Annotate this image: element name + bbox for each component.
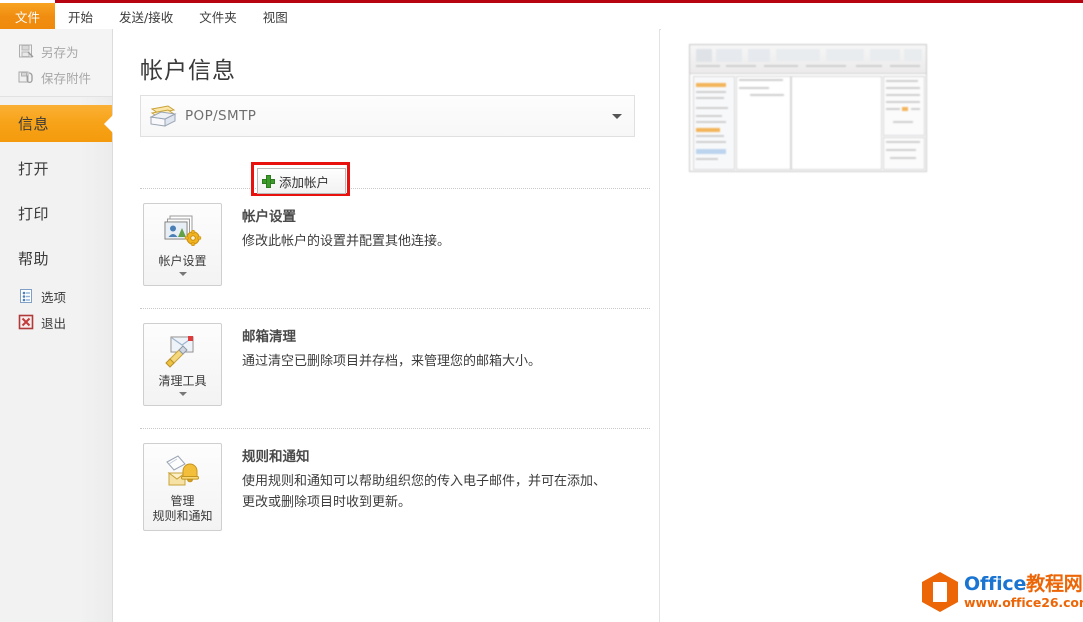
section-text: 规则和通知 使用规则和通知可以帮助组织您的传入电子邮件，并可在添加、更改或删除项… bbox=[242, 443, 612, 531]
sidebar-item-save-attachments[interactable]: 保存附件 bbox=[0, 64, 112, 90]
tile-label: 管理 规则和通知 bbox=[152, 494, 212, 524]
options-icon bbox=[18, 288, 34, 304]
backstage-main-panel: 帐户信息 POP/SMTP 添加帐户 bbox=[113, 29, 660, 622]
backstage-sidebar: 另存为 保存附件 信息 打开 打印 帮助 bbox=[0, 29, 113, 622]
office-hexagon-logo bbox=[922, 572, 958, 612]
section-account-settings: 帐户设置 帐户设置 修改此帐户的设置并配置其他连接。 bbox=[143, 190, 659, 286]
tab-send-receive[interactable]: 发送/接收 bbox=[106, 3, 186, 29]
site-watermark: Office教程网 www.office26.com bbox=[922, 572, 1083, 612]
green-plus-icon bbox=[262, 175, 275, 188]
add-account-highlight: 添加帐户 bbox=[251, 162, 350, 196]
tile-label: 清理工具 bbox=[158, 374, 206, 389]
sidebar-item-label: 另存为 bbox=[41, 42, 79, 61]
section-description: 通过清空已删除项目并存档，来管理您的邮箱大小。 bbox=[242, 351, 541, 372]
ribbon-tabs: 文件 开始 发送/接收 文件夹 视图 bbox=[0, 3, 1083, 29]
sidebar-top-group: 另存为 保存附件 bbox=[0, 29, 112, 97]
section-description: 使用规则和通知可以帮助组织您的传入电子邮件，并可在添加、更改或删除项目时收到更新… bbox=[242, 471, 612, 513]
account-text-block: POP/SMTP bbox=[185, 108, 256, 124]
page-title: 帐户信息 bbox=[140, 51, 659, 85]
tab-folder[interactable]: 文件夹 bbox=[186, 3, 250, 29]
sidebar-item-print[interactable]: 打印 bbox=[0, 195, 112, 232]
watermark-brand: Office教程网 bbox=[964, 575, 1083, 594]
sidebar-item-save-as[interactable]: 另存为 bbox=[0, 38, 112, 64]
exit-icon bbox=[18, 314, 34, 330]
chevron-down-icon[interactable] bbox=[612, 114, 622, 119]
sidebar-item-label: 选项 bbox=[41, 287, 66, 306]
watermark-text: Office教程网 www.office26.com bbox=[964, 575, 1083, 610]
section-mailbox-cleanup: 清理工具 邮箱清理 通过清空已删除项目并存档，来管理您的邮箱大小。 bbox=[143, 310, 659, 406]
ribbon-tab-strip: 文件 开始 发送/接收 文件夹 视图 bbox=[0, 3, 1083, 30]
section-rules-alerts: 管理 规则和通知 规则和通知 使用规则和通知可以帮助组织您的传入电子邮件，并可在… bbox=[143, 430, 659, 531]
tile-label-line1: 管理 bbox=[170, 494, 194, 508]
outlook-window-thumbnail bbox=[689, 44, 927, 172]
tab-file[interactable]: 文件 bbox=[0, 3, 55, 29]
account-type-label: POP/SMTP bbox=[185, 108, 256, 124]
sidebar-item-options[interactable]: 选项 bbox=[0, 283, 112, 309]
sidebar-bottom-group: 选项 退出 bbox=[0, 277, 112, 335]
sidebar-item-label: 退出 bbox=[41, 313, 66, 332]
sidebar-item-open[interactable]: 打开 bbox=[0, 150, 112, 187]
save-attachments-icon bbox=[18, 69, 34, 85]
save-as-icon bbox=[18, 43, 34, 59]
account-settings-icon bbox=[163, 213, 203, 249]
rules-alerts-icon bbox=[163, 453, 203, 489]
sidebar-item-help[interactable]: 帮助 bbox=[0, 240, 112, 277]
tile-label: 帐户设置 bbox=[158, 254, 206, 269]
account-settings-tile[interactable]: 帐户设置 bbox=[143, 203, 222, 286]
add-account-button[interactable]: 添加帐户 bbox=[257, 168, 346, 194]
watermark-brand-en: Office bbox=[964, 573, 1026, 595]
chevron-down-icon[interactable] bbox=[179, 392, 187, 396]
section-text: 帐户设置 修改此帐户的设置并配置其他连接。 bbox=[242, 203, 450, 286]
cleanup-tools-tile[interactable]: 清理工具 bbox=[143, 323, 222, 406]
mailbox-folder-icon bbox=[148, 103, 178, 129]
preview-pane bbox=[661, 29, 1083, 622]
section-text: 邮箱清理 通过清空已删除项目并存档，来管理您的邮箱大小。 bbox=[242, 323, 541, 406]
rules-alerts-tile[interactable]: 管理 规则和通知 bbox=[143, 443, 222, 531]
tab-view[interactable]: 视图 bbox=[250, 3, 301, 29]
watermark-brand-cn: 教程网 bbox=[1026, 573, 1082, 595]
sidebar-item-info[interactable]: 信息 bbox=[0, 105, 112, 142]
account-selector[interactable]: POP/SMTP bbox=[140, 95, 635, 137]
section-description: 修改此帐户的设置并配置其他连接。 bbox=[242, 231, 450, 252]
tile-label-line2: 规则和通知 bbox=[152, 509, 212, 523]
sidebar-main-group: 信息 打开 打印 帮助 bbox=[0, 97, 112, 277]
cleanup-tools-icon bbox=[163, 333, 203, 369]
sidebar-item-label: 保存附件 bbox=[41, 68, 91, 87]
tab-home[interactable]: 开始 bbox=[55, 3, 106, 29]
section-title: 邮箱清理 bbox=[242, 325, 541, 345]
add-account-label: 添加帐户 bbox=[279, 172, 329, 191]
chevron-down-icon[interactable] bbox=[179, 272, 187, 276]
watermark-url: www.office26.com bbox=[964, 597, 1083, 610]
section-title: 帐户设置 bbox=[242, 205, 450, 225]
sidebar-item-exit[interactable]: 退出 bbox=[0, 309, 112, 335]
section-title: 规则和通知 bbox=[242, 445, 612, 465]
